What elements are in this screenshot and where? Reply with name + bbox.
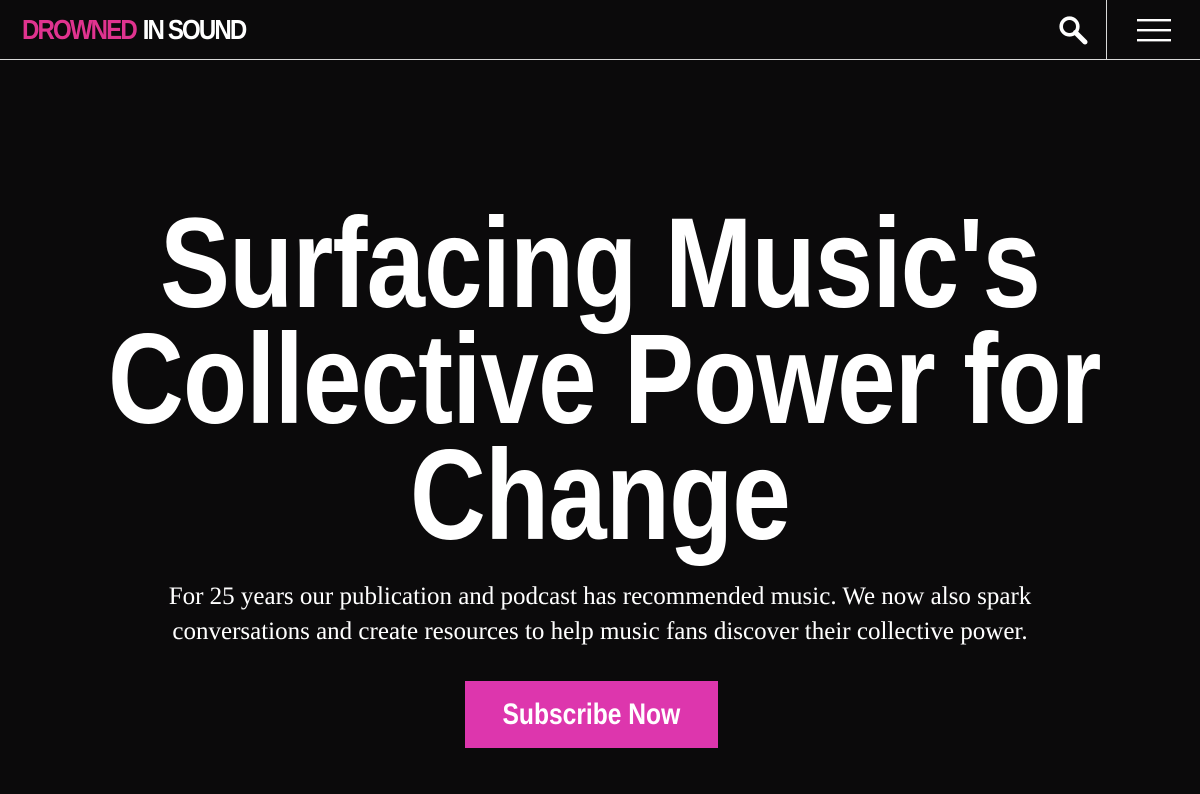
search-icon xyxy=(1059,16,1088,45)
site-header: DROWNED IN SOUND xyxy=(0,0,1200,60)
headline-line-2: Collective Power for xyxy=(108,308,1101,451)
hamburger-menu-icon xyxy=(1136,19,1171,42)
subtitle-line-2: conversations and create resources to he… xyxy=(172,618,1028,645)
menu-button[interactable] xyxy=(1107,0,1200,60)
subtitle-line-1: For 25 years our publication and podcast… xyxy=(168,583,1032,610)
subscribe-button-label: Subscribe Now xyxy=(502,697,681,731)
headline-line-1: Surfacing Music's xyxy=(159,192,1041,335)
logo-drowned: DROWNED xyxy=(22,14,138,45)
headline-line-3: Change xyxy=(410,424,791,567)
hero-subtitle: For 25 years our publication and podcast… xyxy=(0,579,1200,649)
logo-in-sound: IN SOUND xyxy=(142,14,247,45)
search-button[interactable] xyxy=(1040,0,1106,60)
subscribe-button[interactable]: Subscribe Now xyxy=(465,681,718,748)
site-logo[interactable]: DROWNED IN SOUND xyxy=(22,12,247,48)
hero-headline: Surfacing Music's Collective Power for C… xyxy=(0,192,1200,567)
